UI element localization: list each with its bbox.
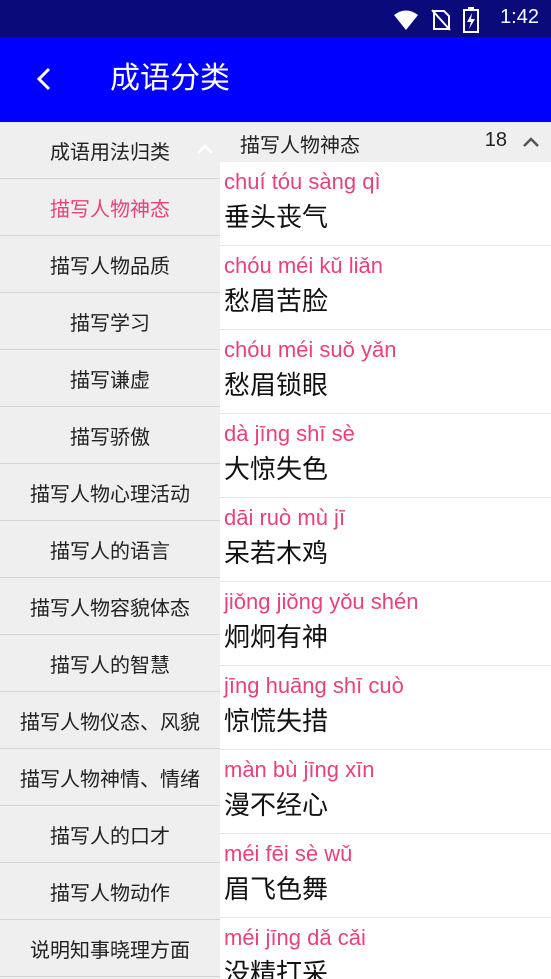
idiom-item[interactable]: méi jīng dǎ cǎi 没精打采 [220,918,551,979]
idiom-word: 炯炯有神 [224,623,329,653]
category-group-header[interactable]: 成语用法归类 [0,122,220,179]
category-item[interactable]: 描写人物品质 [0,236,220,293]
idiom-word: 呆若木鸡 [224,539,329,569]
category-item[interactable]: 描写人物心理活动 [0,464,220,521]
wifi-icon [393,9,419,35]
idiom-pinyin: jiǒng jiǒng yǒu shén [224,589,419,614]
status-bar: 1:42 [0,0,551,37]
app-bar: 成语分类 [0,37,551,122]
page-title: 成语分类 [110,61,230,96]
idiom-word: 眉飞色舞 [224,875,329,905]
idiom-item[interactable]: jiǒng jiǒng yǒu shén 炯炯有神 [220,582,551,666]
idiom-pinyin: dà jīng shī sè [224,421,355,446]
idiom-pinyin: méi fēi sè wǔ [224,841,353,866]
back-arrow-icon [36,67,51,91]
status-time: 1:42 [500,6,539,28]
idiom-pinyin: màn bù jīng xīn [224,757,375,782]
category-list[interactable]: 成语用法归类 描写人物神态 描写人物品质 描写学习 描写谦虚 描写骄傲 描写人物… [0,122,220,979]
idiom-pinyin: chuí tóu sàng qì [224,169,381,194]
chevron-up-icon [523,137,539,147]
idiom-pinyin: dāi ruò mù jī [224,505,346,530]
idiom-word: 垂头丧气 [224,203,329,233]
idiom-item[interactable]: dāi ruò mù jī 呆若木鸡 [220,498,551,582]
idiom-item[interactable]: méi fēi sè wǔ 眉飞色舞 [220,834,551,918]
category-item[interactable]: 描写人的智慧 [0,635,220,692]
idiom-word: 愁眉锁眼 [224,371,329,401]
category-group-label: 成语用法归类 [50,139,170,164]
idiom-word: 没精打采 [224,959,329,979]
idiom-pinyin: chóu méi kǔ liǎn [224,253,383,278]
category-item[interactable]: 描写人物容貌体态 [0,578,220,635]
category-item[interactable]: 说明知事晓理方面 [0,920,220,977]
idiom-count: 18 [484,129,507,151]
category-item[interactable]: 描写谦虚 [0,350,220,407]
category-item[interactable]: 描写人物神态 [0,179,220,236]
back-button[interactable] [28,63,60,95]
idiom-item[interactable]: dà jīng shī sè 大惊失色 [220,414,551,498]
idiom-list-header[interactable]: 描写人物神态 18 [220,122,551,162]
category-item[interactable]: 描写人物动作 [0,863,220,920]
idiom-item[interactable]: jīng huāng shī cuò 惊慌失措 [220,666,551,750]
category-item[interactable]: 描写骄傲 [0,407,220,464]
idiom-list-title: 描写人物神态 [240,133,360,157]
idiom-list[interactable]: 描写人物神态 18 chuí tóu sàng qì 垂头丧气 chóu méi … [220,122,551,979]
idiom-item[interactable]: chuí tóu sàng qì 垂头丧气 [220,162,551,246]
idiom-item[interactable]: chóu méi kǔ liǎn 愁眉苦脸 [220,246,551,330]
idiom-word: 愁眉苦脸 [224,287,329,317]
category-item[interactable]: 描写人的语言 [0,521,220,578]
battery-charging-icon [463,7,479,37]
category-item[interactable]: 描写人物神情、情绪 [0,749,220,806]
idiom-pinyin: méi jīng dǎ cǎi [224,925,366,950]
idiom-pinyin: chóu méi suǒ yǎn [224,337,397,362]
idiom-word: 惊慌失措 [224,707,329,737]
chevron-up-icon [197,144,213,154]
category-item[interactable]: 描写人物仪态、风貌 [0,692,220,749]
idiom-word: 大惊失色 [224,455,329,485]
idiom-pinyin: jīng huāng shī cuò [224,673,404,698]
category-item[interactable]: 描写人的口才 [0,806,220,863]
category-item[interactable]: 描写学习 [0,293,220,350]
idiom-item[interactable]: màn bù jīng xīn 漫不经心 [220,750,551,834]
idiom-item[interactable]: chóu méi suǒ yǎn 愁眉锁眼 [220,330,551,414]
no-sim-icon [431,8,451,36]
idiom-word: 漫不经心 [224,791,329,821]
